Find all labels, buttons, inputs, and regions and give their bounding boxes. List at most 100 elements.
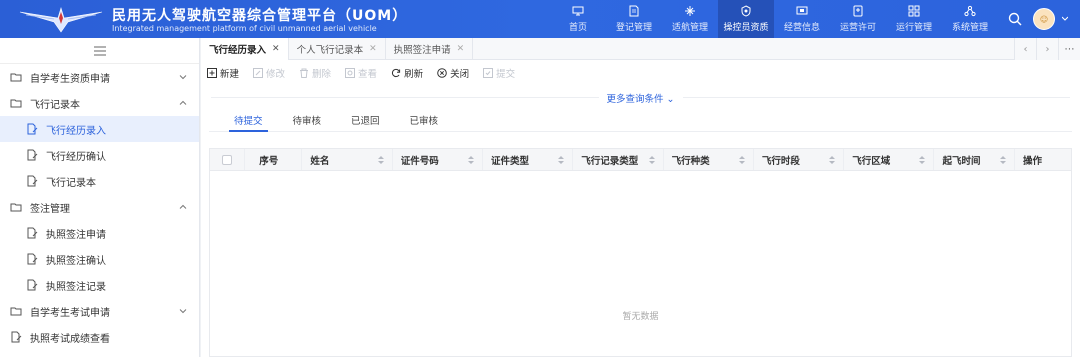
column-label: 操作 bbox=[1022, 155, 1042, 167]
subtab-label: 待审核 bbox=[292, 115, 322, 127]
chevron-right-icon[interactable]: › bbox=[1036, 38, 1058, 60]
sidebar-item-endorsement-confirm[interactable]: 执照签注确认 bbox=[0, 246, 199, 272]
tab-pending-review[interactable]: 待审核 bbox=[278, 108, 337, 131]
delete-button[interactable]: 删除 bbox=[299, 66, 331, 80]
button-label: 提交 bbox=[496, 69, 516, 80]
close-button[interactable]: 关闭 bbox=[437, 66, 469, 80]
avatar[interactable]: ☺ bbox=[1033, 8, 1055, 30]
sidebar-toggle[interactable] bbox=[0, 38, 199, 64]
toolbar: 新建 修改 删除 查看 刷新 关闭 提交 bbox=[201, 60, 1080, 86]
tab-flight-experience-entry[interactable]: 飞行经历录入 ✕ bbox=[201, 38, 289, 60]
sidebar-item-endorsement-record[interactable]: 执照签注记录 bbox=[0, 272, 199, 298]
sidebar-item-exam-scores[interactable]: 执照考试成绩查看 bbox=[0, 324, 199, 350]
tab-personal-logbook[interactable]: 个人飞行记录本 ✕ bbox=[289, 38, 386, 60]
chevron-down-icon[interactable] bbox=[1062, 16, 1068, 22]
nav-registration[interactable]: 登记管理 bbox=[606, 0, 662, 38]
sidebar-item-flight-experience-confirm[interactable]: 飞行经历确认 bbox=[0, 142, 199, 168]
select-all-checkbox[interactable] bbox=[222, 154, 233, 165]
tab-endorsement-apply[interactable]: 执照签注申请 ✕ bbox=[386, 38, 474, 60]
close-icon[interactable]: ✕ bbox=[457, 44, 465, 54]
button-label: 关闭 bbox=[450, 69, 470, 80]
sidebar-group-self-study-exam[interactable]: 自学考生考试申请 bbox=[0, 298, 199, 324]
folder-icon bbox=[10, 73, 22, 82]
more-filter-toggle[interactable]: 更多查询条件 ⌄ bbox=[598, 91, 683, 105]
top-nav: 首页 登记管理 适航管理 操控员资质 经营信息 运营许可 运行管理 系统管理 bbox=[550, 0, 998, 38]
close-icon[interactable]: ✕ bbox=[272, 44, 280, 54]
sidebar-item-endorsement-apply[interactable]: 执照签注申请 bbox=[0, 220, 199, 246]
column-header-flight-area[interactable]: 飞行区域 bbox=[844, 149, 935, 170]
nav-business-info[interactable]: 经营信息 bbox=[774, 0, 830, 38]
sidebar-item-label: 自学考生考试申请 bbox=[30, 307, 110, 319]
column-header-index[interactable]: 序号 bbox=[245, 149, 303, 170]
sort-icon[interactable] bbox=[738, 155, 745, 165]
sort-icon[interactable] bbox=[829, 155, 836, 165]
refresh-button[interactable]: 刷新 bbox=[391, 66, 423, 80]
column-header-takeoff-time[interactable]: 起飞时间 bbox=[934, 149, 1015, 170]
screen-icon bbox=[796, 6, 808, 15]
plane-icon bbox=[685, 6, 695, 16]
nav-home[interactable]: 首页 bbox=[550, 0, 606, 38]
nav-system-management[interactable]: 系统管理 bbox=[942, 0, 998, 38]
sort-icon[interactable] bbox=[558, 155, 565, 165]
column-label: 飞行记录类型 bbox=[581, 155, 639, 167]
edit-button[interactable]: 修改 bbox=[253, 66, 285, 80]
column-label: 起飞时间 bbox=[942, 155, 981, 167]
app-title: 民用无人驾驶航空器综合管理平台（UOM） bbox=[112, 8, 408, 24]
chevron-down-icon bbox=[179, 309, 187, 314]
sidebar-item-label: 执照签注记录 bbox=[46, 281, 106, 293]
tab-reviewed[interactable]: 已审核 bbox=[395, 108, 454, 131]
sidebar-item-flight-logbook[interactable]: 飞行记录本 bbox=[0, 168, 199, 194]
sidebar-group-self-study-qualification[interactable]: 自学考生资质申请 bbox=[0, 64, 199, 90]
nav-operation-license[interactable]: 运营许可 bbox=[830, 0, 886, 38]
sidebar-item-label: 执照签注申请 bbox=[46, 229, 106, 241]
view-button[interactable]: 查看 bbox=[345, 66, 377, 80]
sort-icon[interactable] bbox=[648, 155, 655, 165]
column-header-actions: 操作 bbox=[1015, 149, 1071, 170]
more-icon[interactable]: ⋯ bbox=[1058, 38, 1080, 60]
document-icon bbox=[629, 5, 639, 17]
data-table: 序号 姓名 证件号码 证件类型 飞行记录类型 飞行种类 飞行时段 飞行区域 起飞… bbox=[209, 148, 1072, 357]
button-label: 修改 bbox=[266, 69, 286, 80]
search-icon[interactable] bbox=[1008, 12, 1022, 26]
tab-pending-submit[interactable]: 待提交 bbox=[219, 108, 278, 132]
app-subtitle: Integrated management platform of civil … bbox=[112, 24, 377, 33]
submit-button[interactable]: 提交 bbox=[483, 66, 515, 80]
nav-operation-management[interactable]: 运行管理 bbox=[886, 0, 942, 38]
close-icon[interactable]: ✕ bbox=[369, 44, 377, 54]
nav-airworthiness[interactable]: 适航管理 bbox=[662, 0, 718, 38]
tab-returned[interactable]: 已退回 bbox=[336, 108, 395, 131]
button-label: 查看 bbox=[358, 69, 378, 80]
sort-icon[interactable] bbox=[919, 155, 926, 165]
column-header-flight-period[interactable]: 飞行时段 bbox=[754, 149, 845, 170]
column-header-id-type[interactable]: 证件类型 bbox=[483, 149, 574, 170]
sort-icon[interactable] bbox=[999, 155, 1006, 165]
new-button[interactable]: 新建 bbox=[207, 66, 239, 80]
chevron-up-icon bbox=[179, 204, 187, 209]
nav-operator-qualification[interactable]: 操控员资质 bbox=[718, 0, 774, 38]
folder-open-icon bbox=[10, 203, 22, 212]
doc-edit-icon bbox=[11, 331, 22, 343]
chevron-left-icon[interactable]: ‹ bbox=[1014, 38, 1036, 60]
subtab-label: 已审核 bbox=[409, 115, 439, 127]
doc-edit-icon bbox=[27, 175, 38, 187]
tab-label: 个人飞行记录本 bbox=[296, 45, 364, 56]
monitor-icon bbox=[572, 6, 584, 16]
column-header-id-number[interactable]: 证件号码 bbox=[393, 149, 483, 170]
column-header-flight-kind[interactable]: 飞行种类 bbox=[664, 149, 754, 170]
chevron-up-icon bbox=[179, 100, 187, 105]
sidebar-item-label: 自学考生资质申请 bbox=[30, 73, 110, 85]
sidebar-group-endorsement[interactable]: 签注管理 bbox=[0, 194, 199, 220]
nav-label: 运营许可 bbox=[839, 23, 876, 33]
more-filter-label: 更多查询条件 bbox=[606, 94, 664, 105]
sidebar-item-label: 执照签注确认 bbox=[46, 255, 106, 267]
sort-icon[interactable] bbox=[468, 155, 474, 165]
sort-icon[interactable] bbox=[377, 155, 384, 165]
sidebar-group-flight-logbook[interactable]: 飞行记录本 bbox=[0, 90, 199, 116]
column-header-record-type[interactable]: 飞行记录类型 bbox=[573, 149, 664, 170]
sidebar-item-flight-experience-entry[interactable]: 飞行经历录入 bbox=[0, 116, 199, 142]
sidebar-item-label: 签注管理 bbox=[30, 203, 70, 215]
column-header-name[interactable]: 姓名 bbox=[302, 149, 393, 170]
edit-icon bbox=[253, 68, 264, 78]
doc-edit-icon bbox=[27, 227, 38, 239]
nav-label: 适航管理 bbox=[671, 23, 708, 33]
